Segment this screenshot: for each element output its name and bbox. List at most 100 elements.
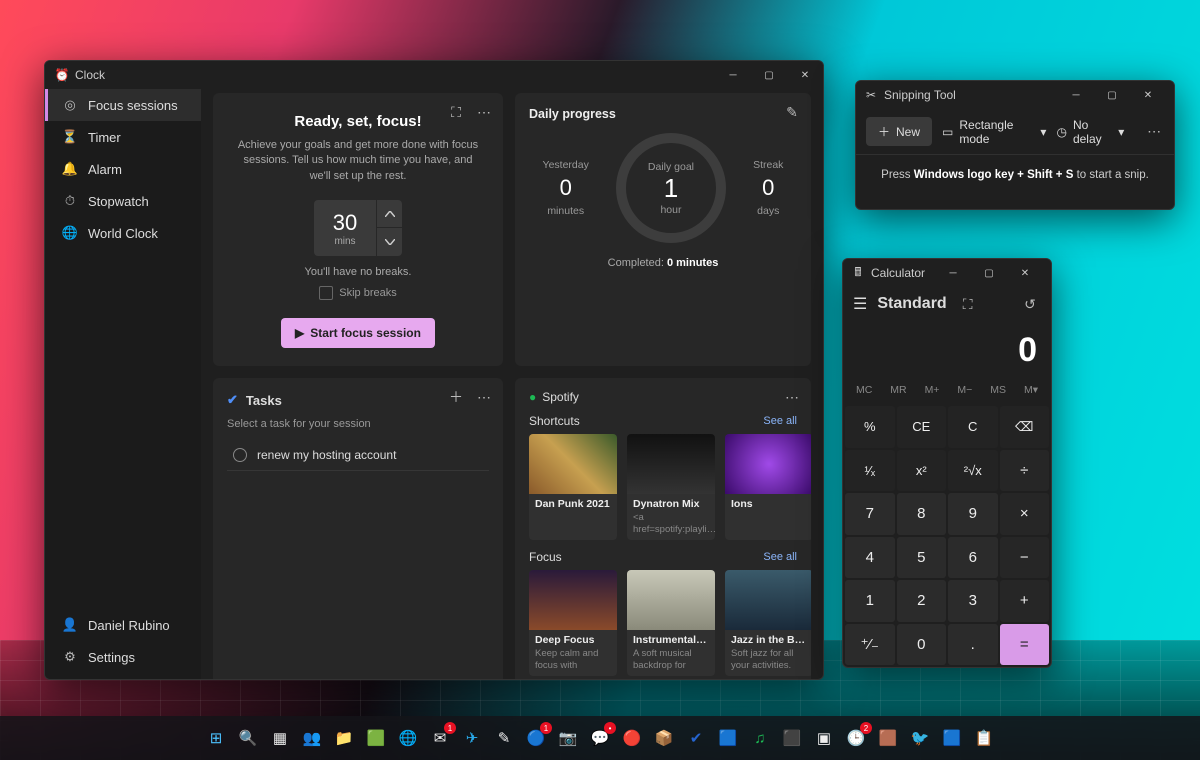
calc-history-icon[interactable]: ↺ [1019,293,1041,315]
taskbar-app-4[interactable]: ⬛ [778,724,806,752]
taskbar-start[interactable]: ⊞ [202,724,230,752]
taskbar-fedex[interactable]: 📦 [650,724,678,752]
playlist-tile[interactable]: Ions [725,434,811,540]
snip-maximize[interactable]: ▢ [1094,81,1130,109]
calc-key-+[interactable]: + [1000,580,1050,622]
calc-key-3[interactable]: 3 [948,580,998,622]
sidebar-item-world-clock[interactable]: 🌐World Clock [45,217,201,249]
shortcuts-see-all[interactable]: See all [763,415,797,427]
sidebar-item-alarm[interactable]: 🔔Alarm [45,153,201,185]
task-item[interactable]: renew my hosting account [227,440,489,471]
playlist-tile[interactable]: Dynatron Mix <a href=spotify:playli… [627,434,715,540]
taskbar-app-5[interactable]: 🟫 [874,724,902,752]
taskbar-app-7[interactable]: 📋 [970,724,998,752]
playlist-tile[interactable]: Dan Punk 2021 [529,434,617,540]
sidebar-item-focus-sessions[interactable]: ◎Focus sessions [45,89,201,121]
calc-key-÷[interactable]: ÷ [1000,450,1050,492]
calc-key-−[interactable]: − [1000,537,1050,579]
calc-key-4[interactable]: 4 [845,537,895,579]
calc-close[interactable]: ✕ [1007,259,1043,287]
taskbar-spotify[interactable]: ♫ [746,724,774,752]
playlist-tile[interactable]: Instrumental Study A soft musical backdr… [627,570,715,676]
calc-key-2[interactable]: 2 [897,580,947,622]
snip-more-icon[interactable]: ⋯ [1144,121,1164,143]
calc-key-.[interactable]: . [948,624,998,666]
close-button[interactable]: ✕ [787,61,823,89]
start-focus-button[interactable]: ▶ Start focus session [281,318,435,348]
skip-breaks-checkbox[interactable] [319,286,333,300]
calc-mem-mr[interactable]: MR [888,380,908,400]
spotify-more-icon[interactable]: ⋯ [781,386,803,408]
taskbar-app-red[interactable]: 🔴 [618,724,646,752]
snip-minimize[interactable]: ─ [1058,81,1094,109]
calc-key-CE[interactable]: CE [897,406,947,448]
calc-key-9[interactable]: 9 [948,493,998,535]
calc-key-0[interactable]: 0 [897,624,947,666]
calc-key-C[interactable]: C [948,406,998,448]
edit-progress-icon[interactable]: ✎ [781,101,803,123]
tasks-more-icon[interactable]: ⋯ [473,386,495,408]
calc-key-5[interactable]: 5 [897,537,947,579]
calc-key-⌫[interactable]: ⌫ [1000,406,1050,448]
new-snip-button[interactable]: ＋ New [866,117,932,146]
calc-keep-on-top-icon[interactable]: ⛶ [957,293,979,315]
taskbar-app-1[interactable]: 🟩 [362,724,390,752]
task-circle-icon[interactable] [233,448,247,462]
calc-menu-icon[interactable]: ☰ [853,294,867,314]
focus-see-all[interactable]: See all [763,551,797,563]
taskbar-twitter[interactable]: 🐦 [906,724,934,752]
taskbar-app-2[interactable]: 🔵1 [522,724,550,752]
playlist-tile[interactable]: Deep Focus Keep calm and focus with ambi… [529,570,617,676]
minimize-button[interactable]: ─ [715,61,751,89]
calc-key-1[interactable]: 1 [845,580,895,622]
sidebar-user[interactable]: 👤 Daniel Rubino [45,609,201,641]
taskbar-camera[interactable]: 📷 [554,724,582,752]
playlist-tile[interactable]: Jazz in the Backg… Soft jazz for all you… [725,570,811,676]
calc-key-¹⁄ₓ[interactable]: ¹⁄ₓ [845,450,895,492]
add-task-icon[interactable]: ＋ [445,386,467,408]
calc-key-x²[interactable]: x² [897,450,947,492]
taskbar-app-3[interactable]: 🟦 [714,724,742,752]
calc-key-×[interactable]: × [1000,493,1050,535]
sidebar-settings[interactable]: ⚙ Settings [45,641,201,673]
taskbar-discord[interactable]: 💬• [586,724,614,752]
taskbar-teams[interactable]: 👥 [298,724,326,752]
expand-icon[interactable]: ⛶ [445,101,467,123]
snip-delay-dropdown[interactable]: ◷ No delay ▾ [1056,118,1124,146]
skip-breaks-row[interactable]: Skip breaks [227,286,489,300]
calc-key-8[interactable]: 8 [897,493,947,535]
minutes-up-button[interactable] [376,200,402,228]
taskbar-todo[interactable]: ✔ [682,724,710,752]
taskbar-browser[interactable]: 🌐 [394,724,422,752]
snip-close[interactable]: ✕ [1130,81,1166,109]
calc-mem-mc[interactable]: MC [854,380,874,400]
sidebar-item-stopwatch[interactable]: ⏱Stopwatch [45,185,201,217]
calc-key-7[interactable]: 7 [845,493,895,535]
calc-mem-m[interactable]: M▾ [1022,380,1040,400]
taskbar-mail[interactable]: ✉1 [426,724,454,752]
taskbar-task-view[interactable]: ▦ [266,724,294,752]
taskbar-explorer[interactable]: 📁 [330,724,358,752]
taskbar-search[interactable]: 🔍 [234,724,262,752]
taskbar-pen[interactable]: ✎ [490,724,518,752]
calc-minimize[interactable]: ─ [935,259,971,287]
taskbar-clock[interactable]: 🕒2 [842,724,870,752]
minutes-down-button[interactable] [376,228,402,256]
more-icon[interactable]: ⋯ [473,101,495,123]
calc-key-%[interactable]: % [845,406,895,448]
maximize-button[interactable]: ▢ [751,61,787,89]
calc-key-6[interactable]: 6 [948,537,998,579]
calc-key-²√x[interactable]: ²√x [948,450,998,492]
taskbar-terminal[interactable]: ▣ [810,724,838,752]
taskbar-app-6[interactable]: 🟦 [938,724,966,752]
calc-mem-m[interactable]: M− [955,380,974,400]
calc-mem-m[interactable]: M+ [923,380,942,400]
calc-mem-ms[interactable]: MS [988,380,1008,400]
taskbar-telegram[interactable]: ✈ [458,724,486,752]
calc-key-=[interactable]: = [1000,624,1050,666]
sidebar-item-timer[interactable]: ⏳Timer [45,121,201,153]
snip-mode-dropdown[interactable]: ▭ Rectangle mode ▾ [942,118,1046,146]
calc-key-⁺⁄₋[interactable]: ⁺⁄₋ [845,624,895,666]
calc-maximize[interactable]: ▢ [971,259,1007,287]
focus-minutes-box[interactable]: 30 mins [314,200,376,256]
